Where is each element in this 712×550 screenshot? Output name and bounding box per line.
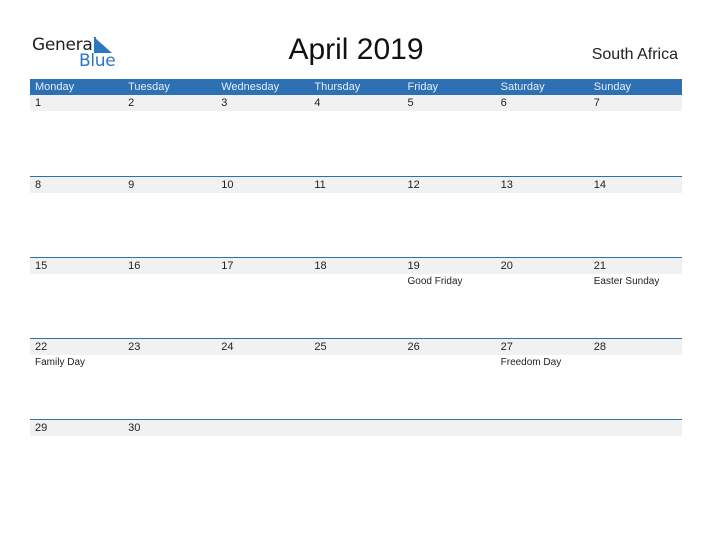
day-cell: 21 Easter Sunday (589, 258, 682, 318)
holiday-label: Family Day (35, 357, 86, 368)
day-cell: 8 (30, 177, 123, 237)
day-cell (403, 420, 496, 480)
day-number: 18 (314, 260, 327, 272)
day-number: 11 (314, 179, 326, 191)
weekday-header-thursday: Thursday (314, 81, 361, 93)
day-cell: 1 (30, 95, 123, 155)
weekday-header-wednesday: Wednesday (221, 81, 280, 93)
day-cell: 19 Good Friday (403, 258, 496, 318)
day-cell (216, 420, 309, 480)
week-row: 1 2 3 4 5 6 7 (30, 95, 682, 176)
day-cell: 3 (216, 95, 309, 155)
day-number: 5 (407, 97, 414, 109)
day-number: 15 (35, 260, 48, 272)
day-number: 14 (593, 179, 606, 191)
day-number: 4 (314, 97, 321, 109)
day-number: 29 (35, 422, 48, 434)
day-cell: 27 Freedom Day (496, 339, 589, 399)
day-cell: 4 (309, 95, 402, 155)
day-cell: 29 (30, 420, 123, 480)
day-number: 26 (407, 341, 420, 353)
holiday-label: Easter Sunday (593, 276, 660, 287)
week-row: 8 9 10 11 12 13 14 (30, 176, 682, 257)
week-days: 1 2 3 4 5 6 7 (30, 95, 682, 155)
day-number (408, 420, 496, 436)
day-cell: 7 (589, 95, 682, 155)
day-number: 2 (128, 97, 135, 109)
day-cell: 2 (123, 95, 216, 155)
day-number: 17 (221, 260, 234, 272)
week-days: 15 16 17 18 19 Good Friday 20 21 Easter Sunday (30, 258, 682, 318)
day-cell: 20 (496, 258, 589, 318)
day-cell: 6 (496, 95, 589, 155)
weekday-header-friday: Friday (407, 81, 439, 93)
day-cell: 12 (403, 177, 496, 237)
day-number: 12 (407, 179, 420, 191)
weekday-header-tuesday: Tuesday (128, 81, 170, 93)
day-number (314, 420, 402, 436)
week-row: 29 30 (30, 419, 682, 500)
day-number: 16 (128, 260, 141, 272)
day-cell: 13 (496, 177, 589, 237)
day-number (594, 420, 682, 436)
day-cell: 18 (309, 258, 402, 318)
day-cell (309, 420, 402, 480)
day-number (221, 420, 309, 436)
day-number: 3 (221, 97, 228, 109)
day-cell: 14 (589, 177, 682, 237)
holiday-label: Good Friday (407, 276, 463, 287)
day-number: 25 (314, 341, 327, 353)
day-cell (589, 420, 682, 480)
day-cell: 25 (309, 339, 402, 399)
day-number: 27 (500, 341, 513, 353)
day-number: 7 (593, 97, 600, 109)
country-label: South Africa (591, 46, 678, 63)
day-cell: 16 (123, 258, 216, 318)
day-cell: 26 (403, 339, 496, 399)
day-number: 30 (128, 422, 141, 434)
day-number: 22 (35, 341, 48, 353)
day-number (501, 420, 589, 436)
weeks-container: 1 2 3 4 5 6 7 8 9 10 11 12 13 14 15 16 17 18 19 Good Friday… (30, 95, 682, 500)
day-cell: 9 (123, 177, 216, 237)
day-number: 21 (593, 260, 606, 272)
day-cell: 23 (123, 339, 216, 399)
day-number: 8 (35, 179, 42, 191)
weekday-header-monday: Monday (35, 81, 75, 93)
day-number: 19 (407, 260, 420, 272)
weekday-header-row: Monday Tuesday Wednesday Thursday Friday… (30, 79, 682, 95)
day-number: 6 (500, 97, 507, 109)
day-number: 13 (500, 179, 513, 191)
week-days: 22 Family Day 23 24 25 26 27 Freedom Day 28 (30, 339, 682, 399)
day-number: 9 (128, 179, 135, 191)
day-cell: 5 (403, 95, 496, 155)
day-number: 1 (35, 97, 42, 109)
week-days: 8 9 10 11 12 13 14 (30, 177, 682, 237)
week-days: 29 30 (30, 420, 682, 480)
calendar-grid: Monday Tuesday Wednesday Thursday Friday… (30, 79, 682, 500)
day-cell: 30 (123, 420, 216, 480)
day-cell: 24 (216, 339, 309, 399)
day-number: 20 (500, 260, 513, 272)
week-row: 22 Family Day 23 24 25 26 27 Freedom Day 28 (30, 338, 682, 419)
day-cell: 15 (30, 258, 123, 318)
day-number: 23 (128, 341, 141, 353)
day-number: 10 (221, 179, 234, 191)
day-cell: 11 (309, 177, 402, 237)
day-cell: 28 (589, 339, 682, 399)
day-number: 24 (221, 341, 234, 353)
weekday-header-saturday: Saturday (500, 81, 545, 93)
holiday-label: Freedom Day (500, 357, 562, 368)
day-cell: 17 (216, 258, 309, 318)
weekday-header-sunday: Sunday (593, 81, 632, 93)
day-cell (496, 420, 589, 480)
day-cell: 22 Family Day (30, 339, 123, 399)
day-cell: 10 (216, 177, 309, 237)
day-number: 28 (593, 341, 606, 353)
week-row: 15 16 17 18 19 Good Friday 20 21 Easter Sunday (30, 257, 682, 338)
